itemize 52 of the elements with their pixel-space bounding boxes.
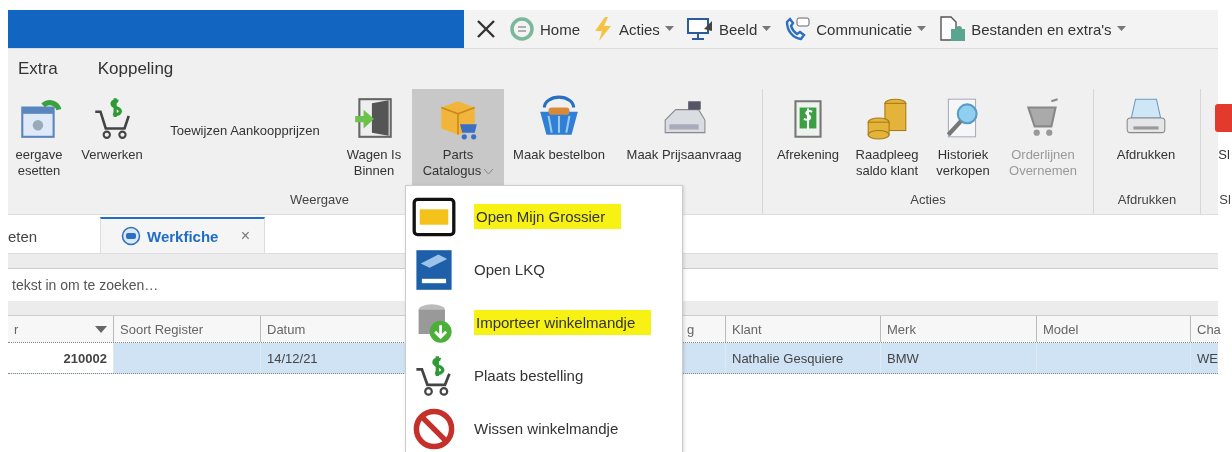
table-cell: WE — [1190, 343, 1218, 373]
caret-icon — [664, 26, 674, 32]
menu-item-label: Importeer winkelmandje — [474, 310, 652, 335]
column-header[interactable]: r — [8, 316, 113, 342]
ribbon-button[interactable]: Sl — [1207, 89, 1232, 186]
monitor-icon — [685, 17, 714, 41]
group-label: Acties — [909, 191, 947, 207]
ribbon-button[interactable]: Toewijzen Aankoopprijzen — [154, 89, 336, 186]
toolbar-button[interactable]: Acties — [589, 16, 677, 42]
ribbon-button[interactable]: Parts Catalogus — [412, 89, 504, 186]
caret-icon — [762, 26, 772, 32]
phone-icon — [783, 16, 812, 42]
ribbon-button[interactable]: Verwerken — [72, 89, 152, 186]
toolbar-button[interactable]: Bestanden en extra's — [935, 15, 1129, 43]
close-icon — [475, 18, 497, 40]
caret-icon — [917, 26, 927, 32]
lightning-icon — [592, 16, 614, 42]
menu-item-label: Wissen winkelmandje — [474, 420, 619, 437]
ribbon-button[interactable]: Maak bestelbon — [506, 89, 612, 186]
column-header[interactable]: Merk — [880, 316, 1036, 342]
sort-arrow-icon — [95, 325, 107, 333]
menu-item[interactable]: Wissen winkelmandje — [406, 402, 682, 452]
ribbon-button[interactable]: eergave esetten — [8, 89, 70, 186]
ribbon-button[interactable]: Historiek verkopen — [927, 89, 999, 186]
menu-tab[interactable]: Koppeling — [97, 59, 174, 79]
car-badge-icon — [121, 226, 141, 246]
ribbon-button[interactable]: Raadpleeg saldo klant — [849, 89, 925, 186]
document-tab[interactable]: eten — [8, 217, 80, 253]
document-puzzle-icon — [938, 15, 967, 43]
column-header[interactable]: Model — [1036, 316, 1190, 342]
table-cell: 210002 — [8, 343, 113, 373]
close-tab-button[interactable]: × — [240, 227, 250, 245]
column-header[interactable]: Klant — [725, 316, 880, 342]
circle-icon — [509, 16, 535, 42]
caret-icon — [484, 169, 494, 175]
ribbon-button[interactable]: Wagen Is Binnen — [338, 89, 410, 186]
ribbon-button[interactable]: Afrekening — [769, 89, 847, 186]
menu-item-label: Open LKQ — [474, 261, 545, 278]
caret-icon — [1116, 26, 1126, 32]
group-label: Weergave — [289, 191, 350, 207]
group-label: Afdrukken — [1116, 191, 1178, 207]
menu-item-label: Open Mijn Grossier — [474, 204, 622, 229]
column-header[interactable]: Soort Register — [113, 316, 260, 342]
toolbar-button[interactable]: Beeld — [682, 17, 775, 41]
document-tab[interactable]: Werkfiche × — [100, 217, 265, 253]
ribbon-button[interactable]: Maak Prijsaanvraag — [614, 89, 754, 186]
toolbar-button[interactable]: Home — [506, 16, 583, 42]
ribbon-button[interactable]: Afdrukken — [1100, 89, 1192, 186]
toolbar-button[interactable]: Communicatie — [780, 16, 930, 42]
menu-item[interactable]: Open Mijn Grossier — [406, 190, 682, 243]
menu-tab[interactable]: Extra — [18, 59, 58, 79]
group-label: Sl — [1218, 191, 1232, 207]
